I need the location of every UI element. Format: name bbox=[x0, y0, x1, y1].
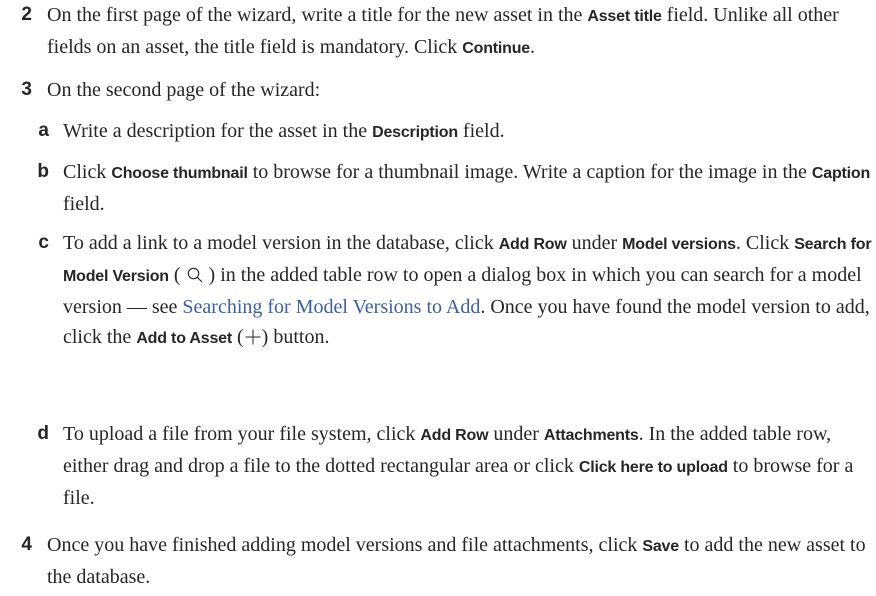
magnifier-icon bbox=[186, 266, 204, 284]
ui-term-attachments: Attachments bbox=[543, 427, 639, 444]
ui-term-add-to-asset: Add to Asset bbox=[136, 330, 232, 347]
plus-icon bbox=[244, 328, 262, 346]
step-text: On the first page of the wizard, write a… bbox=[47, 4, 839, 58]
substep-letter: a bbox=[38, 120, 49, 141]
ui-term-save: Save bbox=[642, 538, 679, 555]
ui-term-model-versions: Model versions bbox=[622, 236, 736, 253]
substep-text: Write a description for the asset in the… bbox=[63, 120, 505, 142]
substep-text: Click Choose thumbnail to browse for a t… bbox=[63, 161, 871, 215]
substep-text: To add a link to a model version in the … bbox=[63, 232, 872, 348]
ui-term-choose-thumbnail: Choose thumbnail bbox=[111, 165, 248, 182]
substep-letter: d bbox=[37, 423, 49, 444]
link-searching-for-model-versions[interactable]: Searching for Model Versions to Add bbox=[182, 296, 480, 318]
step-number: 4 bbox=[21, 534, 32, 555]
step-number: 3 bbox=[21, 79, 32, 100]
ui-term-add-row: Add Row bbox=[498, 236, 567, 253]
step-number: 2 bbox=[21, 4, 32, 25]
ui-term-description: Description bbox=[372, 124, 458, 141]
substep-text: To upload a file from your file system, … bbox=[63, 423, 854, 509]
step-text: Once you have finished adding model vers… bbox=[47, 534, 866, 588]
ui-term-asset-title: Asset title bbox=[587, 8, 662, 25]
ui-term-continue: Continue bbox=[462, 40, 531, 57]
ui-term-click-here-to-upload: Click here to upload bbox=[578, 459, 728, 476]
substep-letter: c bbox=[38, 232, 49, 253]
ui-term-add-row: Add Row bbox=[420, 427, 489, 444]
substep-letter: b bbox=[37, 161, 49, 182]
step-text: On the second page of the wizard: bbox=[47, 79, 321, 101]
ui-term-caption: Caption bbox=[811, 165, 871, 182]
document-page: 2 On the first page of the wizard, write… bbox=[0, 0, 876, 596]
